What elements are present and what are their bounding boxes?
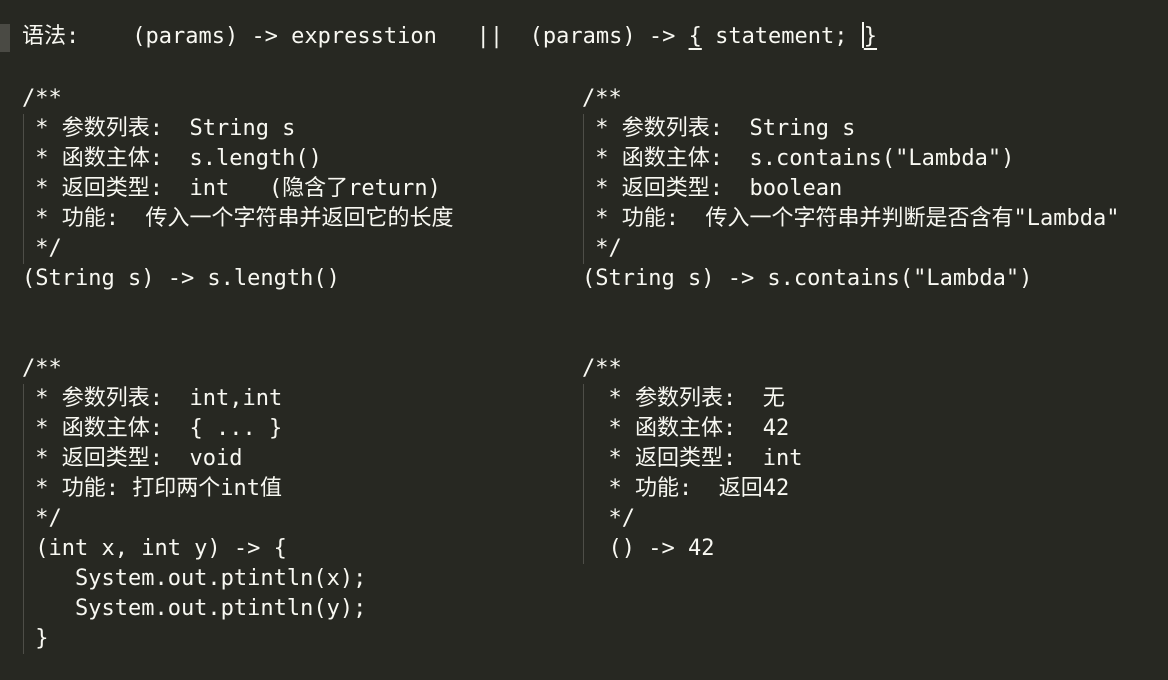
syntax-header-line[interactable]: 语法: (params) -> expresstion || (params) … <box>22 22 877 52</box>
code-line[interactable]: /** <box>22 84 62 114</box>
current-line-gutter-marker <box>0 24 10 52</box>
code-line[interactable]: * 功能: 打印两个int值 <box>22 474 282 504</box>
code-line[interactable]: System.out.ptintln(y); <box>22 594 366 624</box>
code-line[interactable]: * 参数列表: String s <box>582 114 855 144</box>
code-line[interactable]: * 返回类型: boolean <box>582 174 842 204</box>
code-line[interactable]: * 功能: 传入一个字符串并返回它的长度 <box>22 204 453 234</box>
code-line[interactable]: /** <box>582 354 622 384</box>
code-line[interactable]: */ <box>582 504 635 534</box>
code-line[interactable]: (int x, int y) -> { <box>22 534 287 564</box>
code-line[interactable]: */ <box>22 234 62 264</box>
syntax-form-expression: (params) -> expresstion <box>132 24 437 49</box>
syntax-separator: || <box>476 24 504 49</box>
code-line[interactable]: } <box>22 624 48 654</box>
syntax-form-statement-body: statement; <box>701 24 861 49</box>
code-line[interactable]: /** <box>582 84 622 114</box>
code-line[interactable]: System.out.ptintln(x); <box>22 564 366 594</box>
code-line[interactable]: * 返回类型: void <box>22 444 242 474</box>
code-line[interactable]: */ <box>22 504 62 534</box>
code-line[interactable]: * 功能: 返回42 <box>582 474 789 504</box>
code-line[interactable]: * 函数主体: s.length() <box>22 144 322 174</box>
syntax-label: 语法: <box>22 24 80 49</box>
matching-close-brace: } <box>863 24 878 49</box>
code-line[interactable]: (String s) -> s.contains("Lambda") <box>582 264 1032 294</box>
code-line[interactable]: * 函数主体: s.contains("Lambda") <box>582 144 1014 174</box>
code-line[interactable]: * 返回类型: int <box>582 444 802 474</box>
code-line[interactable]: * 函数主体: 42 <box>582 414 789 444</box>
code-line[interactable]: * 参数列表: String s <box>22 114 295 144</box>
code-line[interactable]: * 参数列表: int,int <box>22 384 282 414</box>
code-line[interactable]: () -> 42 <box>582 534 714 564</box>
code-line[interactable]: (String s) -> s.length() <box>22 264 340 294</box>
code-line[interactable]: * 返回类型: int (隐含了return) <box>22 174 441 204</box>
code-line[interactable]: * 参数列表: 无 <box>582 384 784 414</box>
matching-open-brace: { <box>688 24 702 49</box>
syntax-form-statement-prefix: (params) -> <box>529 24 689 49</box>
code-line[interactable]: * 函数主体: { ... } <box>22 414 282 444</box>
code-line[interactable]: * 功能: 传入一个字符串并判断是否含有"Lambda" <box>582 204 1119 234</box>
code-line[interactable]: /** <box>22 354 62 384</box>
code-line[interactable]: */ <box>582 234 622 264</box>
